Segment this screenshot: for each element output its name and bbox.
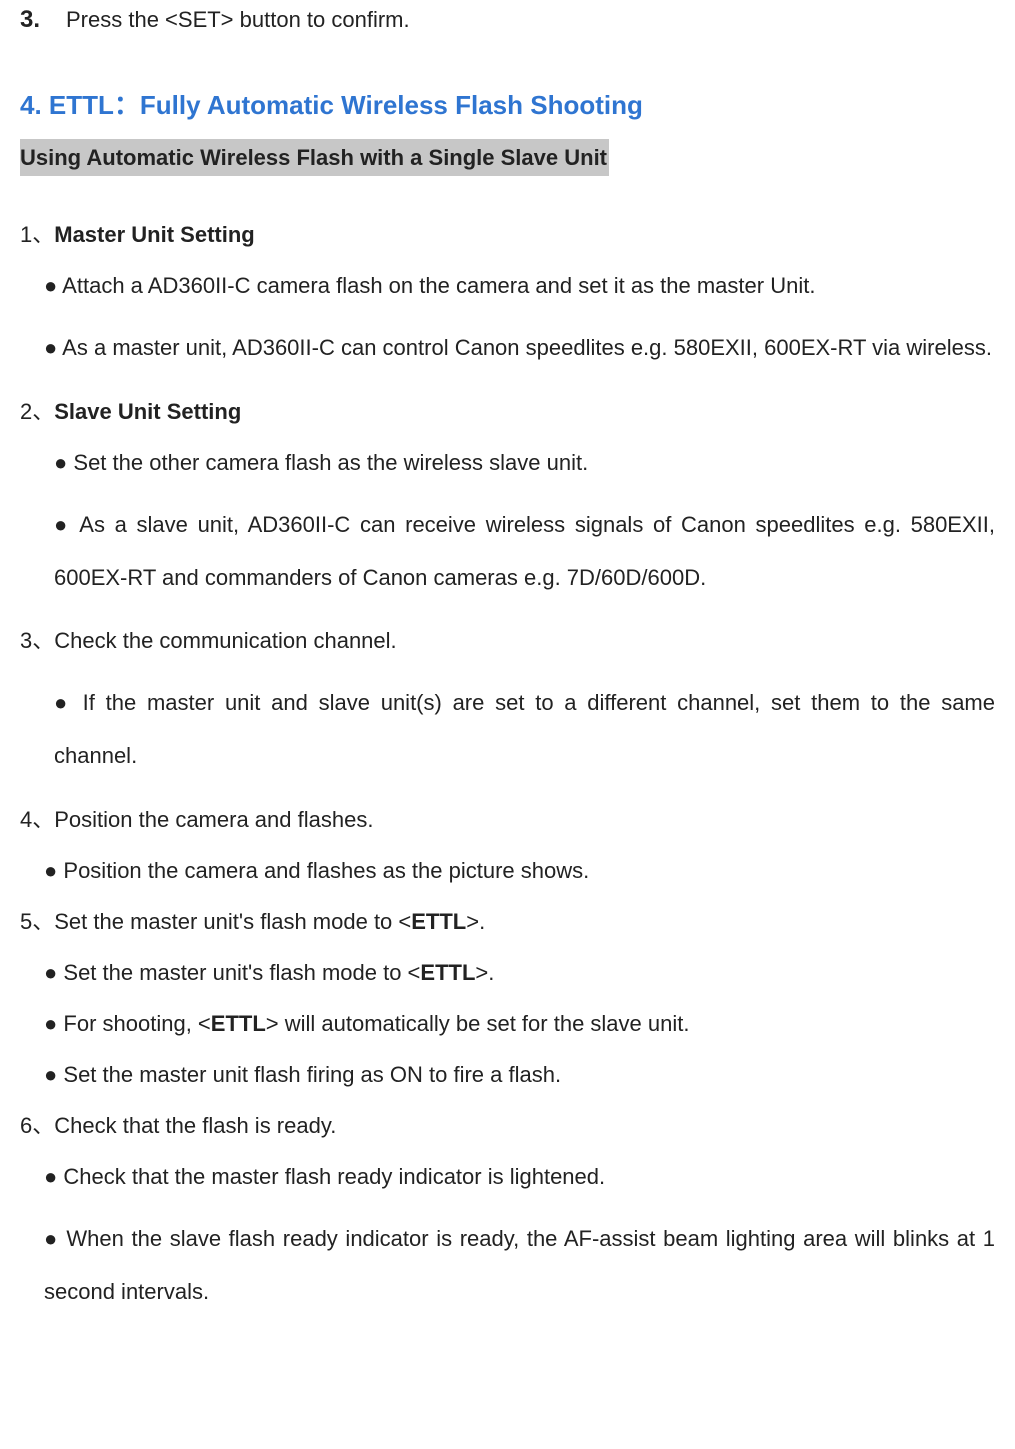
section-4-title: 4. ETTL：Fully Automatic Wireless Flash S… (20, 86, 995, 125)
bullet: ● Set the master unit flash firing as ON… (44, 1058, 995, 1091)
bullet: ● If the master unit and slave unit(s) a… (54, 677, 995, 783)
item-5-bullets: ● Set the master unit's flash mode to <E… (44, 956, 995, 1091)
item-4-title: Position the camera and flashes. (54, 807, 373, 832)
step-text: Press the <SET> button to confirm. (66, 3, 410, 36)
step-number: 3. (20, 2, 66, 38)
bullet: ● Position the camera and flashes as the… (44, 854, 995, 887)
item-1-header: 1、Master Unit Setting (20, 218, 995, 251)
document-page: 3. Press the <SET> button to confirm. 4.… (0, 2, 1015, 1359)
bullet: ● When the slave flash ready indicator i… (44, 1213, 995, 1319)
item-5-title-post: >. (466, 909, 485, 934)
item-4-header: 4、Position the camera and flashes. (20, 803, 995, 836)
bullet: ● As a slave unit, AD360II-C can receive… (54, 499, 995, 605)
bullet-pre: ● Set the master unit's flash mode to < (44, 960, 420, 985)
item-1-lead: 1、 (20, 222, 54, 247)
item-6-title: Check that the flash is ready. (54, 1113, 336, 1138)
item-2-bullets: ● Set the other camera flash as the wire… (54, 446, 995, 605)
step-3-row: 3. Press the <SET> button to confirm. (20, 2, 995, 38)
bullet-post: >. (475, 960, 494, 985)
item-3-bullets: ● If the master unit and slave unit(s) a… (54, 677, 995, 783)
item-5-title-bold: ETTL (411, 909, 466, 934)
bullet-post: > will automatically be set for the slav… (266, 1011, 690, 1036)
bullet: ● Set the other camera flash as the wire… (54, 446, 995, 479)
item-3-header: 3、Check the communication channel. (20, 624, 995, 657)
item-2-header: 2、Slave Unit Setting (20, 395, 995, 428)
item-6-header: 6、Check that the flash is ready. (20, 1109, 995, 1142)
item-5-lead: 5、 (20, 909, 54, 934)
bullet: ● Set the master unit's flash mode to <E… (44, 956, 995, 989)
bullet: ● Check that the master flash ready indi… (44, 1160, 995, 1193)
item-6-lead: 6、 (20, 1113, 54, 1138)
item-4-bullets: ● Position the camera and flashes as the… (44, 854, 995, 887)
bullet-bold: ETTL (420, 960, 475, 985)
item-3-lead: 3、 (20, 628, 54, 653)
bullet: ● For shooting, <ETTL> will automaticall… (44, 1007, 995, 1040)
bullet: ● As a master unit, AD360II-C can contro… (44, 322, 995, 375)
bullet-pre: ● For shooting, < (44, 1011, 211, 1036)
item-2-title: Slave Unit Setting (54, 399, 241, 424)
section-4-subtitle: Using Automatic Wireless Flash with a Si… (20, 139, 609, 176)
item-5-title-pre: Set the master unit's flash mode to < (54, 909, 411, 934)
item-1-bullets: ● Attach a AD360II-C camera flash on the… (44, 269, 995, 375)
item-5-header: 5、Set the master unit's flash mode to <E… (20, 905, 995, 938)
bullet: ● Attach a AD360II-C camera flash on the… (44, 269, 995, 302)
item-1-title: Master Unit Setting (54, 222, 254, 247)
bullet-bold: ETTL (211, 1011, 266, 1036)
item-6-bullets: ● Check that the master flash ready indi… (44, 1160, 995, 1319)
item-2-lead: 2、 (20, 399, 54, 424)
item-3-title: Check the communication channel. (54, 628, 396, 653)
item-4-lead: 4、 (20, 807, 54, 832)
